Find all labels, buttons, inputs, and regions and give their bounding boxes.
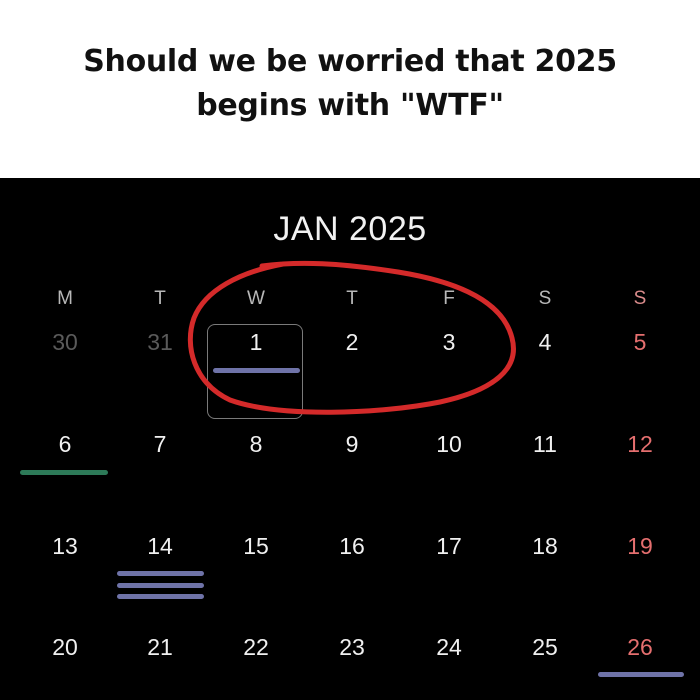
month-title[interactable]: JAN 2025 xyxy=(0,210,700,249)
day-cell-18[interactable]: 18 xyxy=(510,533,580,560)
day-cell-17[interactable]: 17 xyxy=(414,533,484,560)
day-cell-5[interactable]: 5 xyxy=(605,329,675,356)
day-cell-3[interactable]: 3 xyxy=(414,329,484,356)
event-bar-jan-26[interactable] xyxy=(598,672,684,677)
day-cell-13[interactable]: 13 xyxy=(30,533,100,560)
day-cell-1[interactable]: 1 xyxy=(221,329,291,356)
day-cell-11[interactable]: 11 xyxy=(510,431,580,458)
day-cell-26[interactable]: 26 xyxy=(605,634,675,661)
weekday-saturday: S xyxy=(538,288,552,309)
day-cell-dec-31[interactable]: 31 xyxy=(125,329,195,356)
weekday-wednesday: W xyxy=(247,288,265,309)
day-cell-6[interactable]: 6 xyxy=(30,431,100,458)
day-cell-9[interactable]: 9 xyxy=(317,431,387,458)
day-cell-12[interactable]: 12 xyxy=(605,431,675,458)
day-cell-dec-30[interactable]: 30 xyxy=(30,329,100,356)
day-cell-15[interactable]: 15 xyxy=(221,533,291,560)
weekday-monday: M xyxy=(57,288,73,309)
weekday-sunday: S xyxy=(633,288,647,309)
day-cell-22[interactable]: 22 xyxy=(221,634,291,661)
event-bar-jan-6[interactable] xyxy=(20,470,108,475)
day-cell-8[interactable]: 8 xyxy=(221,431,291,458)
day-cell-4[interactable]: 4 xyxy=(510,329,580,356)
day-cell-20[interactable]: 20 xyxy=(30,634,100,661)
day-cell-21[interactable]: 21 xyxy=(125,634,195,661)
day-cell-10[interactable]: 10 xyxy=(414,431,484,458)
event-bar-jan-14-c[interactable] xyxy=(117,594,204,599)
day-cell-2[interactable]: 2 xyxy=(317,329,387,356)
day-cell-24[interactable]: 24 xyxy=(414,634,484,661)
day-cell-14[interactable]: 14 xyxy=(125,533,195,560)
event-bar-jan-14-a[interactable] xyxy=(117,571,204,576)
meme-caption: Should we be worried that 2025 begins wi… xyxy=(0,0,700,178)
weekday-thursday: T xyxy=(346,288,358,309)
event-bar-jan-1[interactable] xyxy=(213,368,300,373)
calendar-screenshot: JAN 2025 M T W T F S S 30 31 1 2 3 4 5 6… xyxy=(0,178,700,700)
day-cell-16[interactable]: 16 xyxy=(317,533,387,560)
day-cell-23[interactable]: 23 xyxy=(317,634,387,661)
caption-line-1: Should we be worried that 2025 xyxy=(83,44,617,79)
day-cell-25[interactable]: 25 xyxy=(510,634,580,661)
day-cell-19[interactable]: 19 xyxy=(605,533,675,560)
weekday-friday: F xyxy=(443,288,455,309)
caption-line-2: begins with "WTF" xyxy=(196,88,504,123)
weekday-tuesday: T xyxy=(154,288,166,309)
day-cell-7[interactable]: 7 xyxy=(125,431,195,458)
event-bar-jan-14-b[interactable] xyxy=(117,583,204,588)
